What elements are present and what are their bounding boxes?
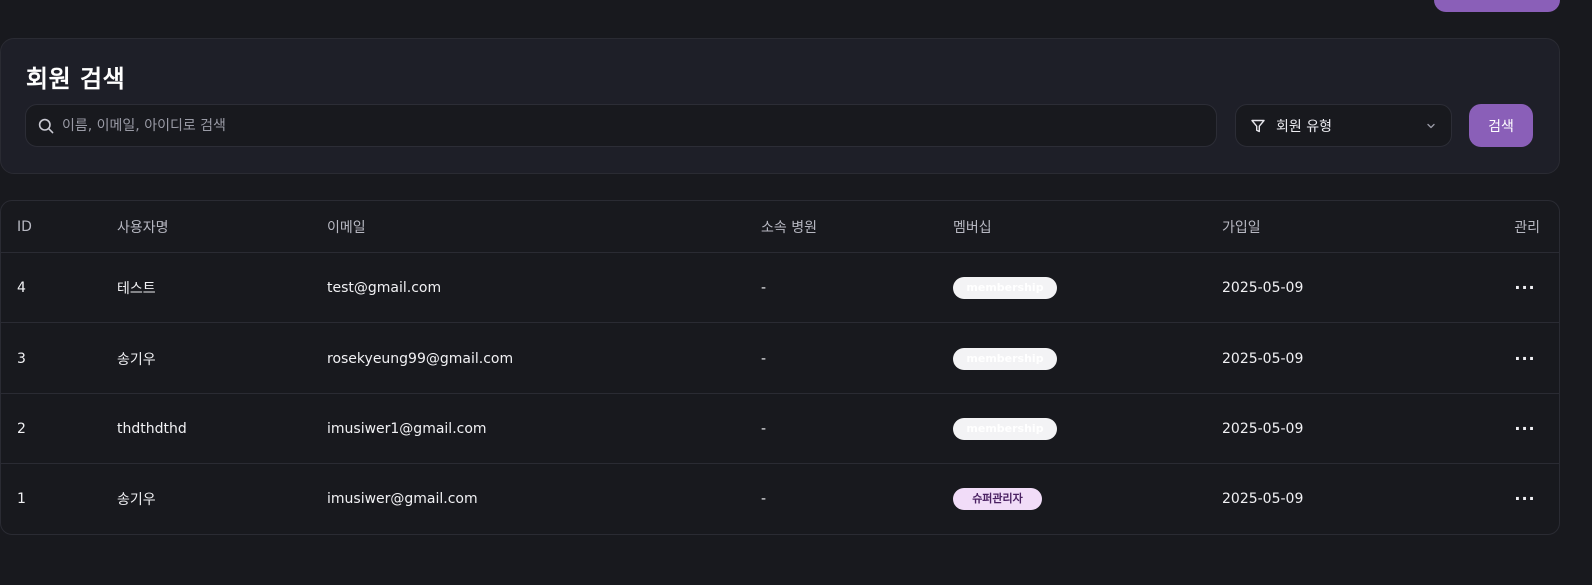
- cell-id: 3: [17, 350, 26, 367]
- cell-joined: 2025-05-09: [1222, 420, 1304, 437]
- table-row[interactable]: 1 송기우 imusiwer@gmail.com - 슈퍼관리자 2025-05…: [1, 464, 1559, 534]
- member-type-label: 회원 유형: [1276, 118, 1332, 135]
- membership-badge: membership: [953, 347, 1057, 370]
- chevron-down-icon: [1427, 123, 1435, 128]
- more-options-button[interactable]: ···: [1513, 253, 1537, 322]
- cell-hospital: -: [761, 420, 767, 437]
- search-field[interactable]: [25, 104, 1217, 147]
- more-options-button[interactable]: ···: [1513, 464, 1537, 534]
- cell-hospital: -: [761, 279, 767, 296]
- cell-email: rosekyeung99@gmail.com: [327, 350, 514, 367]
- search-icon: [38, 118, 54, 133]
- cell-id: 4: [17, 279, 26, 296]
- cell-hospital: -: [761, 491, 767, 507]
- more-horizontal-icon: ···: [1514, 277, 1536, 297]
- header-membership: 멤버십: [953, 219, 992, 236]
- members-table: ID 사용자명 이메일 소속 병원 멤버십 가입일 관리 4 테스트 test@…: [0, 200, 1560, 535]
- search-input[interactable]: [54, 105, 1216, 146]
- table-row[interactable]: 3 송기우 rosekyeung99@gmail.com - membershi…: [1, 324, 1559, 394]
- more-horizontal-icon: ···: [1514, 418, 1536, 438]
- more-horizontal-icon: ···: [1514, 348, 1536, 368]
- cell-id: 2: [17, 420, 26, 437]
- table-row[interactable]: 4 테스트 test@gmail.com - membership 2025-0…: [1, 253, 1559, 323]
- cell-name: 테스트: [117, 280, 156, 297]
- cell-id: 1: [17, 491, 26, 507]
- header-joined: 가입일: [1222, 219, 1261, 236]
- super-admin-badge: 슈퍼관리자: [953, 488, 1042, 510]
- top-action-button[interactable]: [1434, 0, 1560, 12]
- table-row[interactable]: 2 thdthdthd imusiwer1@gmail.com - member…: [1, 394, 1559, 464]
- cell-email: imusiwer1@gmail.com: [327, 420, 487, 437]
- cell-name: thdthdthd: [117, 420, 187, 437]
- cell-name: 송기우: [117, 351, 156, 368]
- membership-badge: membership: [953, 417, 1057, 440]
- cell-name: 송기우: [117, 492, 156, 508]
- membership-badge: membership: [953, 276, 1057, 299]
- cell-membership: 슈퍼관리자: [953, 464, 1042, 534]
- more-options-button[interactable]: ···: [1513, 324, 1537, 393]
- cell-email: test@gmail.com: [327, 279, 442, 296]
- cell-membership: membership: [953, 324, 1057, 393]
- member-type-select[interactable]: 회원 유형: [1235, 104, 1452, 147]
- member-search-panel: 회원 검색 회원 유형 검색: [0, 38, 1560, 174]
- more-horizontal-icon: ···: [1514, 489, 1536, 508]
- header-name: 사용자명: [117, 219, 169, 236]
- cell-joined: 2025-05-09: [1222, 491, 1304, 507]
- search-button[interactable]: 검색: [1469, 104, 1533, 147]
- search-title: 회원 검색: [26, 65, 126, 93]
- header-hospital: 소속 병원: [761, 219, 817, 236]
- cell-joined: 2025-05-09: [1222, 350, 1304, 367]
- more-options-button[interactable]: ···: [1513, 394, 1537, 463]
- header-manage: 관리: [1514, 219, 1540, 236]
- table-header-row: ID 사용자명 이메일 소속 병원 멤버십 가입일 관리: [1, 201, 1559, 253]
- cell-membership: membership: [953, 253, 1057, 322]
- header-id: ID: [17, 218, 32, 235]
- header-email: 이메일: [327, 219, 366, 236]
- cell-membership: membership: [953, 394, 1057, 463]
- cell-joined: 2025-05-09: [1222, 279, 1304, 296]
- cell-hospital: -: [761, 350, 767, 367]
- cell-email: imusiwer@gmail.com: [327, 491, 478, 507]
- filter-icon: [1251, 119, 1265, 132]
